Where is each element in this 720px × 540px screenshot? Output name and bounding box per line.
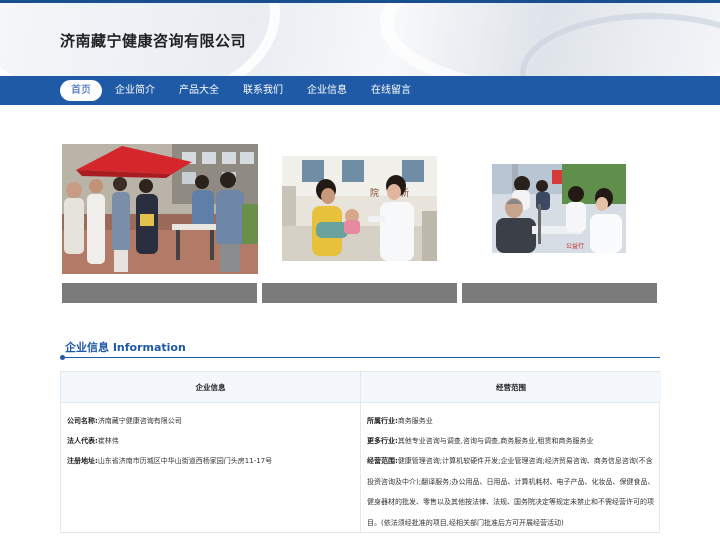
company-title[interactable]: 济南藏宁健康咨询有限公司 bbox=[60, 30, 246, 51]
info-value: 崔林伟 bbox=[97, 437, 119, 445]
nav-item-company-info[interactable]: 企业信息 bbox=[296, 80, 358, 101]
company-info-column: 企业信息 公司名称:济南藏宁健康咨询有限公司 法人代表:崔林伟 注册地址:山东省… bbox=[61, 372, 361, 532]
nav-item-about[interactable]: 企业简介 bbox=[104, 80, 166, 101]
section-title: 企业信息 Information bbox=[65, 341, 186, 354]
info-label: 所属行业: bbox=[367, 417, 398, 425]
product-photo-3[interactable]: 公益行 bbox=[492, 164, 626, 253]
info-row-business-scope: 经营范围:健康管理咨询;计算机软硬件开发;企业管理咨询;经济贸易咨询、商务信息咨… bbox=[367, 451, 655, 533]
nav-item-contact[interactable]: 联系我们 bbox=[232, 80, 294, 101]
info-value: 山东省济南市历城区中华山街道西杨家园门头房11-17号 bbox=[97, 457, 273, 465]
info-value: 济南藏宁健康咨询有限公司 bbox=[97, 417, 182, 425]
info-value: 其他专业咨询与调查,咨询与调查,商务服务业,租赁和商务服务业 bbox=[397, 437, 594, 445]
info-value: 健康管理咨询;计算机软硬件开发;企业管理咨询;经济贸易咨询、商务信息咨询(不含投… bbox=[367, 457, 655, 527]
main-nav: 首页 企业简介 产品大全 联系我们 企业信息 在线留言 bbox=[0, 76, 720, 105]
info-row-company-name: 公司名称:济南藏宁健康咨询有限公司 bbox=[67, 411, 354, 431]
info-label: 公司名称: bbox=[67, 417, 98, 425]
photo-caption-bar[interactable] bbox=[262, 283, 457, 303]
info-value: 商务服务业 bbox=[397, 417, 433, 425]
info-row-address: 注册地址:山东省济南市历城区中华山街道西杨家园门头房11-17号 bbox=[67, 451, 354, 471]
column-header: 企业信息 bbox=[61, 372, 360, 403]
product-photo-1[interactable] bbox=[62, 144, 258, 274]
company-info-table: 企业信息 公司名称:济南藏宁健康咨询有限公司 法人代表:崔林伟 注册地址:山东省… bbox=[60, 371, 661, 533]
column-header: 经营范围 bbox=[361, 372, 661, 403]
nav-item-message[interactable]: 在线留言 bbox=[360, 80, 422, 101]
photo-caption-bar[interactable] bbox=[62, 283, 257, 303]
section-divider bbox=[61, 357, 660, 358]
photo-caption-bar[interactable] bbox=[462, 283, 657, 303]
business-scope-column: 经营范围 所属行业:商务服务业 更多行业:其他专业咨询与调查,咨询与调查,商务服… bbox=[361, 372, 661, 532]
site-header: 济南藏宁健康咨询有限公司 bbox=[0, 0, 720, 76]
info-label: 注册地址: bbox=[67, 457, 98, 465]
svg-text:院: 院 bbox=[370, 187, 379, 199]
svg-text:公益行: 公益行 bbox=[566, 242, 584, 250]
info-label: 法人代表: bbox=[67, 437, 98, 445]
product-photo-2[interactable]: 院 新 bbox=[282, 156, 437, 261]
info-row-industry: 所属行业:商务服务业 bbox=[367, 411, 655, 431]
info-label: 经营范围: bbox=[367, 457, 398, 465]
info-label: 更多行业: bbox=[367, 437, 398, 445]
info-row-more-industry: 更多行业:其他专业咨询与调查,咨询与调查,商务服务业,租赁和商务服务业 bbox=[367, 431, 655, 451]
nav-item-products[interactable]: 产品大全 bbox=[168, 80, 230, 101]
info-row-legal-rep: 法人代表:崔林伟 bbox=[67, 431, 354, 451]
nav-item-home[interactable]: 首页 bbox=[60, 80, 102, 101]
